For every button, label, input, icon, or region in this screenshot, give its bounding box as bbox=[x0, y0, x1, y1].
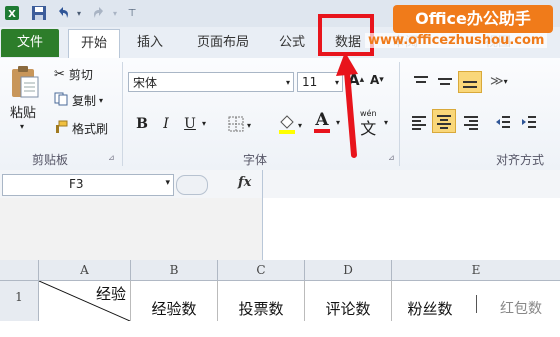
undo-icon[interactable] bbox=[54, 4, 72, 22]
cell-divider bbox=[476, 295, 477, 313]
copy-label: 复制 bbox=[72, 94, 97, 108]
underline-button[interactable]: U bbox=[180, 114, 200, 134]
shrink-font-icon[interactable]: A ▾ bbox=[370, 73, 384, 87]
chevron-down-icon: ▾ bbox=[247, 121, 252, 130]
tab-formulas[interactable]: 公式 bbox=[268, 27, 316, 58]
clipboard-launcher-icon[interactable]: ⊿ bbox=[108, 153, 115, 162]
clipboard-group-label: 剪贴板 bbox=[32, 153, 69, 167]
border-icon bbox=[228, 116, 244, 135]
border-button[interactable]: ▾ bbox=[228, 116, 251, 135]
watermark-url: www.officezhushou.com bbox=[365, 33, 548, 48]
alignment-group-label: 对齐方式 bbox=[496, 153, 545, 167]
copy-button[interactable]: 复制 ▾ bbox=[54, 92, 103, 109]
formula-bar-splitter[interactable] bbox=[176, 175, 208, 195]
copy-dropdown-icon[interactable]: ▾ bbox=[99, 96, 103, 105]
paste-icon[interactable] bbox=[8, 64, 42, 100]
cell-a1-text: 经验 bbox=[95, 285, 126, 303]
font-name-select[interactable]: 宋体 ▾ bbox=[128, 72, 294, 92]
font-size-value: 11 bbox=[302, 75, 318, 89]
font-color-letter: A bbox=[315, 110, 329, 130]
font-launcher-icon[interactable]: ⊿ bbox=[388, 153, 395, 162]
red-arrow bbox=[336, 52, 358, 158]
chevron-down-icon: ▾ bbox=[165, 178, 170, 188]
cell-d1[interactable]: 评论数 bbox=[305, 281, 392, 321]
align-right-icon[interactable] bbox=[462, 114, 480, 130]
column-header-b[interactable]: B bbox=[131, 260, 218, 281]
column-header-e[interactable]: E bbox=[392, 260, 560, 281]
customize-icon[interactable]: ⊤ bbox=[126, 4, 138, 22]
align-left-icon[interactable] bbox=[410, 114, 428, 130]
align-center-icon[interactable] bbox=[432, 109, 456, 133]
format-painter-label: 格式刷 bbox=[72, 122, 109, 136]
tab-page-layout[interactable]: 页面布局 bbox=[185, 27, 261, 58]
font-name-value: 宋体 bbox=[133, 75, 158, 90]
column-header-a[interactable]: A bbox=[39, 260, 131, 281]
align-top-icon[interactable] bbox=[412, 74, 430, 90]
redo-icon[interactable] bbox=[90, 4, 108, 22]
font-color-swatch bbox=[314, 129, 330, 133]
bold-button[interactable]: B bbox=[132, 114, 152, 134]
scissors-icon: ✂ bbox=[54, 67, 65, 82]
underline-dropdown-icon[interactable]: ▾ bbox=[199, 114, 209, 134]
name-box-value: F3 bbox=[69, 177, 84, 191]
fill-bucket-icon bbox=[278, 114, 296, 137]
undo-dropdown-icon[interactable]: ▾ bbox=[74, 4, 84, 22]
italic-button[interactable]: I bbox=[156, 114, 176, 134]
align-bottom-icon[interactable] bbox=[458, 71, 482, 93]
format-painter-button[interactable]: 格式刷 bbox=[54, 120, 108, 137]
column-header-d[interactable]: D bbox=[305, 260, 392, 281]
group-divider bbox=[122, 62, 123, 166]
group-divider bbox=[399, 62, 400, 166]
cell-a1[interactable]: 经验 bbox=[39, 281, 131, 321]
chevron-down-icon: ▾ bbox=[285, 77, 290, 87]
cell-e1[interactable]: 粉丝数 bbox=[392, 281, 468, 321]
select-all-corner[interactable] bbox=[0, 260, 39, 281]
watermark-banner: Office办公助手 bbox=[393, 5, 553, 33]
blank-area bbox=[0, 198, 262, 260]
save-icon[interactable] bbox=[30, 4, 48, 22]
row-header-1[interactable]: 1 bbox=[0, 281, 39, 321]
chevron-down-icon: ▾ bbox=[298, 121, 303, 130]
excel-logo-icon: X bbox=[3, 4, 21, 22]
name-box[interactable]: F3 ▾ bbox=[2, 174, 174, 196]
orientation-icon[interactable]: ≫ ▾ bbox=[490, 74, 508, 89]
cell-b1[interactable]: 经验数 bbox=[131, 281, 218, 321]
font-group-label: 字体 bbox=[243, 153, 268, 167]
svg-text:X: X bbox=[8, 9, 16, 20]
paste-button[interactable]: 粘贴 bbox=[10, 102, 36, 121]
format-painter-icon bbox=[54, 120, 68, 137]
column-header-c[interactable]: C bbox=[218, 260, 305, 281]
tab-home[interactable]: 开始 bbox=[68, 29, 120, 60]
tab-insert[interactable]: 插入 bbox=[128, 27, 172, 58]
cell-f1[interactable]: 红包数 bbox=[486, 281, 556, 321]
phonetic-dropdown-icon[interactable]: ▾ bbox=[384, 118, 388, 127]
fill-color-button[interactable]: ▾ bbox=[278, 114, 302, 137]
ribbon-home: 粘贴 ▾ ✂ 剪切 复制 ▾ 格式刷 剪贴板 ⊿ 宋体 ▾ 11 ▾ A ▴ A ▾… bbox=[0, 58, 560, 171]
font-color-button[interactable]: A bbox=[314, 112, 330, 133]
decrease-indent-icon[interactable] bbox=[494, 114, 512, 130]
tab-file[interactable]: 文件 bbox=[1, 29, 59, 57]
copy-icon bbox=[54, 92, 68, 109]
increase-indent-icon[interactable] bbox=[520, 114, 538, 130]
cut-label: 剪切 bbox=[68, 68, 93, 82]
formula-bar-divider bbox=[262, 170, 263, 262]
redo-dropdown-icon[interactable]: ▾ bbox=[110, 4, 120, 22]
align-middle-icon[interactable] bbox=[436, 74, 454, 90]
paste-dropdown-icon[interactable]: ▾ bbox=[20, 122, 24, 131]
insert-function-icon[interactable]: fx bbox=[238, 175, 251, 190]
cut-button[interactable]: ✂ 剪切 bbox=[54, 66, 93, 83]
cell-c1[interactable]: 投票数 bbox=[218, 281, 305, 321]
